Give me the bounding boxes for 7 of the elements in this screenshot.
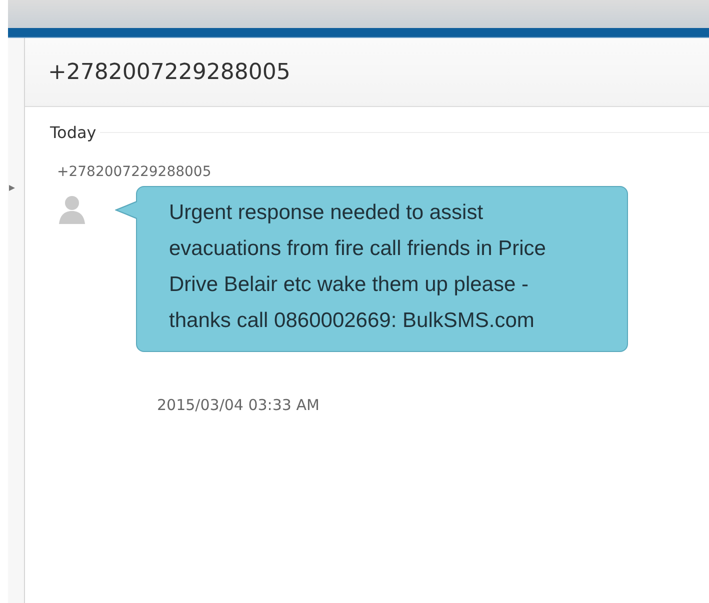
message-text: Urgent response needed to assist evacuations from fire call friends in Price Drive Belair etc wake them up please - thanks call 0860002669: BulkSMS.com xyxy=(169,200,547,334)
day-label: Today xyxy=(49,123,98,142)
avatar-silhouette-icon xyxy=(57,194,87,224)
message-timestamp: 2015/03/04 03:33 AM xyxy=(157,396,320,414)
conversation-title: +2782007229288005 xyxy=(48,60,290,84)
sender-number: +2782007229288005 xyxy=(57,164,212,180)
scroll-arrow-icon[interactable] xyxy=(8,184,16,192)
